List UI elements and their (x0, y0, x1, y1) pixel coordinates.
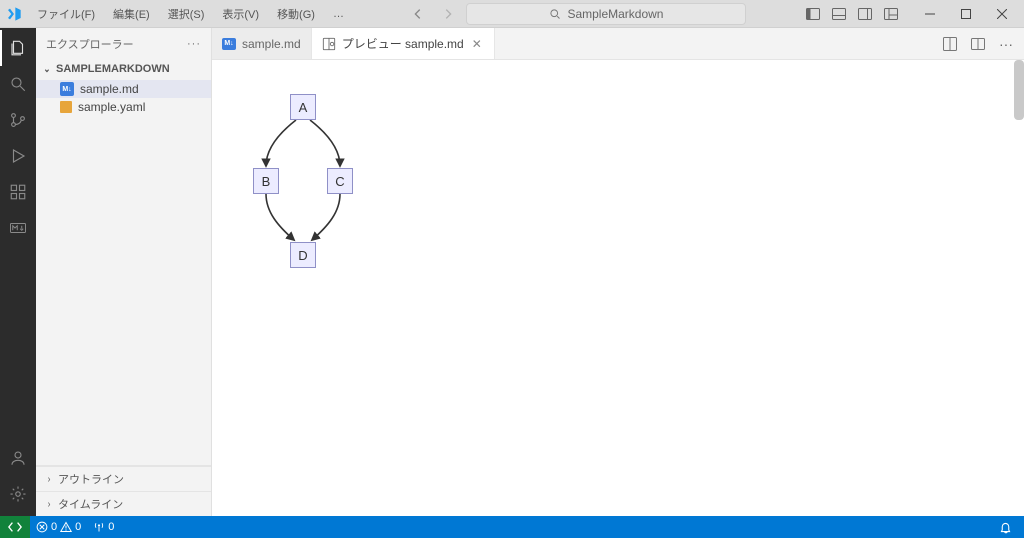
menu-go[interactable]: 移動(G) (268, 3, 324, 25)
yaml-file-icon (60, 101, 72, 113)
layout-customize-button[interactable] (878, 1, 904, 27)
tab-close-button[interactable]: ✕ (470, 37, 484, 51)
editor-split-button[interactable] (966, 32, 990, 56)
outline-label: アウトライン (58, 471, 124, 487)
status-notifications[interactable] (993, 521, 1018, 534)
tab-label: プレビュー sample.md (342, 35, 464, 52)
source-control-icon (9, 111, 27, 129)
markdown-preview[interactable]: A B C D (212, 60, 1024, 516)
sidebar-title: エクスプローラー (46, 36, 134, 52)
diagram-node-a: A (290, 94, 316, 120)
file-label: sample.yaml (78, 100, 145, 114)
window-minimize-button[interactable] (912, 0, 948, 28)
activity-extra[interactable] (0, 210, 36, 246)
editor-show-source-button[interactable] (938, 32, 962, 56)
error-icon (36, 521, 48, 533)
diagram-node-d: D (290, 242, 316, 268)
chevron-right-icon: › (45, 474, 54, 485)
timeline-label: タイムライン (58, 496, 123, 512)
title-bar: ファイル(F) 編集(E) 選択(S) 表示(V) 移動(G) … Sample… (0, 0, 1024, 28)
menu-edit[interactable]: 編集(E) (104, 3, 159, 25)
folder-name: SAMPLEMARKDOWN (56, 63, 170, 75)
editor-more-button[interactable]: ··· (994, 32, 1018, 56)
diagram-node-c: C (327, 168, 353, 194)
activity-extensions[interactable] (0, 174, 36, 210)
menu-view[interactable]: 表示(V) (213, 3, 268, 25)
files-icon (9, 39, 27, 57)
activity-run-debug[interactable] (0, 138, 36, 174)
explorer-sidebar: エクスプローラー ··· ⌄ SAMPLEMARKDOWN M↓ sample.… (36, 28, 212, 516)
layout-toggle-primary-sidebar-button[interactable] (800, 1, 826, 27)
menu-overflow[interactable]: … (324, 5, 353, 23)
vscode-icon (6, 6, 22, 22)
status-problems[interactable]: 0 0 (30, 516, 87, 538)
status-warnings-count: 0 (75, 521, 81, 533)
markdown-icon (9, 219, 27, 237)
account-icon (9, 449, 27, 467)
gear-icon (9, 485, 27, 503)
outline-section[interactable]: › アウトライン (36, 466, 211, 491)
folder-header[interactable]: ⌄ SAMPLEMARKDOWN (36, 60, 211, 78)
activity-source-control[interactable] (0, 102, 36, 138)
file-item-sample-md[interactable]: M↓ sample.md (36, 80, 211, 98)
scrollbar-thumb[interactable] (1014, 60, 1024, 120)
editor-area: M↓ sample.md プレビュー sample.md ✕ ··· (212, 28, 1024, 516)
layout-toggle-panel-button[interactable] (826, 1, 852, 27)
status-errors-count: 0 (51, 521, 57, 533)
layout-toggle-secondary-sidebar-button[interactable] (852, 1, 878, 27)
status-bar: 0 0 0 (0, 516, 1024, 538)
tab-sample-md[interactable]: M↓ sample.md (212, 28, 312, 59)
file-item-sample-yaml[interactable]: sample.yaml (36, 98, 211, 116)
remote-icon (8, 520, 22, 534)
bell-icon (999, 521, 1012, 534)
window-maximize-button[interactable] (948, 0, 984, 28)
sidebar-more-button[interactable]: ··· (187, 38, 201, 50)
chevron-down-icon: ⌄ (43, 64, 52, 75)
status-ports[interactable]: 0 (87, 516, 120, 538)
activity-bar (0, 28, 36, 516)
mermaid-diagram: A B C D (248, 94, 368, 284)
preview-icon (322, 37, 336, 51)
menu-bar: ファイル(F) 編集(E) 選択(S) 表示(V) 移動(G) … (4, 3, 353, 25)
extensions-icon (9, 183, 27, 201)
activity-search[interactable] (0, 66, 36, 102)
search-icon (9, 75, 27, 93)
menu-file[interactable]: ファイル(F) (28, 3, 104, 25)
debug-icon (9, 147, 27, 165)
nav-forward-button[interactable] (436, 2, 460, 26)
tabs-bar: M↓ sample.md プレビュー sample.md ✕ ··· (212, 28, 1024, 60)
file-tree: M↓ sample.md sample.yaml (36, 78, 211, 118)
remote-button[interactable] (0, 516, 30, 538)
tab-preview-sample-md[interactable]: プレビュー sample.md ✕ (312, 28, 495, 59)
status-ports-count: 0 (108, 521, 114, 533)
diagram-node-b: B (253, 168, 279, 194)
radio-tower-icon (93, 521, 105, 533)
window-close-button[interactable] (984, 0, 1020, 28)
activity-accounts[interactable] (0, 440, 36, 476)
timeline-section[interactable]: › タイムライン (36, 491, 211, 516)
menu-selection[interactable]: 選択(S) (159, 3, 214, 25)
nav-back-button[interactable] (406, 2, 430, 26)
tab-label: sample.md (242, 37, 301, 51)
markdown-file-icon: M↓ (222, 38, 236, 50)
activity-explorer[interactable] (0, 30, 36, 66)
markdown-file-icon: M↓ (60, 82, 74, 96)
activity-settings[interactable] (0, 476, 36, 512)
warning-icon (60, 521, 72, 533)
command-center[interactable]: SampleMarkdown (466, 3, 746, 25)
command-center-text: SampleMarkdown (567, 7, 663, 21)
file-label: sample.md (80, 82, 139, 96)
search-icon (549, 8, 561, 20)
chevron-right-icon: › (45, 499, 54, 510)
